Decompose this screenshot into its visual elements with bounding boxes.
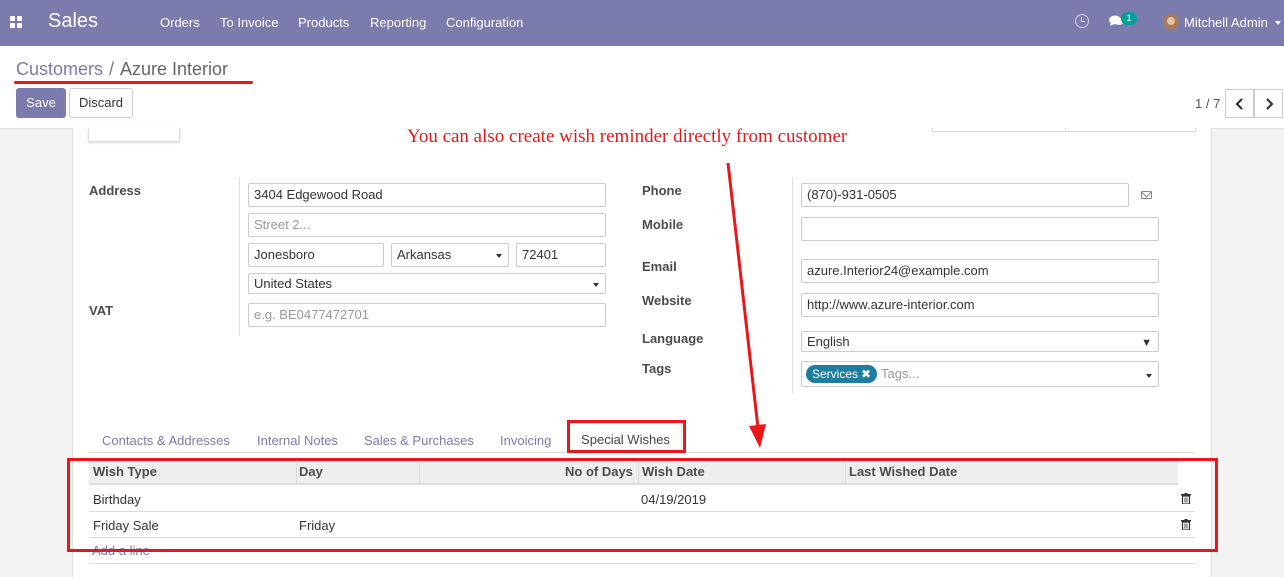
save-button[interactable]: Save bbox=[16, 88, 66, 118]
street2-input[interactable]: Street 2... bbox=[248, 213, 606, 237]
email-input[interactable]: azure.Interior24@example.com bbox=[801, 259, 1159, 283]
column-separator bbox=[792, 178, 793, 393]
smart-buttons[interactable] bbox=[932, 128, 1196, 132]
pager-next-button[interactable] bbox=[1254, 89, 1283, 118]
annotation-text: You can also create wish reminder direct… bbox=[407, 126, 848, 147]
caret-down-icon bbox=[593, 283, 599, 287]
pager-previous-button[interactable] bbox=[1225, 89, 1254, 118]
tab-internal-notes[interactable]: Internal Notes bbox=[257, 433, 338, 448]
discard-button[interactable]: Discard bbox=[69, 88, 133, 118]
user-avatar[interactable] bbox=[1163, 14, 1179, 30]
language-label: Language bbox=[642, 331, 704, 346]
website-label: Website bbox=[642, 293, 692, 308]
tag-label: Services bbox=[812, 367, 859, 381]
chat-count-badge: 1 bbox=[1121, 12, 1137, 25]
zip-input[interactable]: 72401 bbox=[516, 243, 606, 267]
tags-placeholder: Tags... bbox=[881, 366, 920, 381]
menu-to-invoice[interactable]: To Invoice bbox=[220, 15, 279, 30]
annotation-table-box bbox=[67, 458, 1218, 552]
tags-label: Tags bbox=[642, 361, 672, 376]
menu-reporting[interactable]: Reporting bbox=[370, 15, 426, 30]
tag-services[interactable]: Services ✖ bbox=[806, 365, 878, 383]
caret-down-icon bbox=[496, 254, 502, 258]
breadcrumb-customers[interactable]: Customers bbox=[16, 59, 103, 80]
city-input[interactable]: Jonesboro bbox=[248, 243, 384, 267]
tab-contacts-addresses[interactable]: Contacts & Addresses bbox=[102, 433, 230, 448]
caret-down-icon bbox=[1146, 374, 1152, 378]
chevron-right-icon bbox=[1266, 98, 1274, 110]
country-select[interactable]: United States bbox=[248, 273, 606, 294]
clock-icon[interactable] bbox=[1075, 14, 1089, 28]
language-value: English bbox=[807, 334, 850, 349]
menu-configuration[interactable]: Configuration bbox=[446, 15, 523, 30]
table-bottom-border bbox=[89, 563, 1195, 564]
user-menu[interactable]: Mitchell Admin bbox=[1184, 15, 1268, 30]
mobile-label: Mobile bbox=[642, 217, 684, 232]
email-label: Email bbox=[642, 259, 677, 274]
vat-input[interactable]: e.g. BE0477472701 bbox=[248, 303, 606, 327]
address-label: Address bbox=[89, 183, 142, 198]
control-panel: Customers / Azure Interior Save Discard … bbox=[0, 46, 1284, 129]
phone-label: Phone bbox=[642, 183, 682, 198]
apps-grid-icon[interactable] bbox=[10, 16, 23, 29]
app-title: Sales bbox=[48, 10, 99, 32]
vat-label: VAT bbox=[89, 303, 114, 318]
remove-tag-icon[interactable]: ✖ bbox=[861, 365, 871, 383]
partner-image[interactable] bbox=[88, 128, 180, 142]
phone-input[interactable]: (870)-931-0505 bbox=[801, 183, 1129, 207]
envelope-icon[interactable] bbox=[1141, 191, 1152, 199]
annotation-underline bbox=[14, 81, 253, 84]
caret-down-icon[interactable] bbox=[1275, 21, 1281, 25]
tab-sales-purchases[interactable]: Sales & Purchases bbox=[364, 433, 474, 448]
website-input[interactable]: http://www.azure-interior.com bbox=[801, 293, 1159, 317]
breadcrumb-separator: / bbox=[109, 59, 115, 79]
language-select[interactable]: English ▼ bbox=[801, 331, 1159, 352]
state-value: Arkansas bbox=[397, 247, 452, 262]
tab-invoicing[interactable]: Invoicing bbox=[500, 433, 551, 448]
pager-value[interactable]: 1 / 7 bbox=[1195, 96, 1220, 111]
menu-products[interactable]: Products bbox=[298, 15, 349, 30]
street-input[interactable]: 3404 Edgewood Road bbox=[248, 183, 606, 207]
annotation-tab-box bbox=[567, 420, 686, 453]
breadcrumb-current: Azure Interior bbox=[120, 59, 229, 79]
menu-orders[interactable]: Orders bbox=[160, 15, 200, 30]
column-separator bbox=[239, 178, 240, 336]
annotation-arrow bbox=[726, 162, 766, 448]
mobile-input[interactable] bbox=[801, 217, 1159, 241]
country-value: United States bbox=[254, 276, 333, 291]
triangle-down-icon: ▼ bbox=[1141, 337, 1152, 349]
top-navbar: Sales Orders To Invoice Products Reporti… bbox=[0, 0, 1284, 46]
chevron-left-icon bbox=[1235, 98, 1243, 110]
state-select[interactable]: Arkansas bbox=[391, 243, 509, 267]
